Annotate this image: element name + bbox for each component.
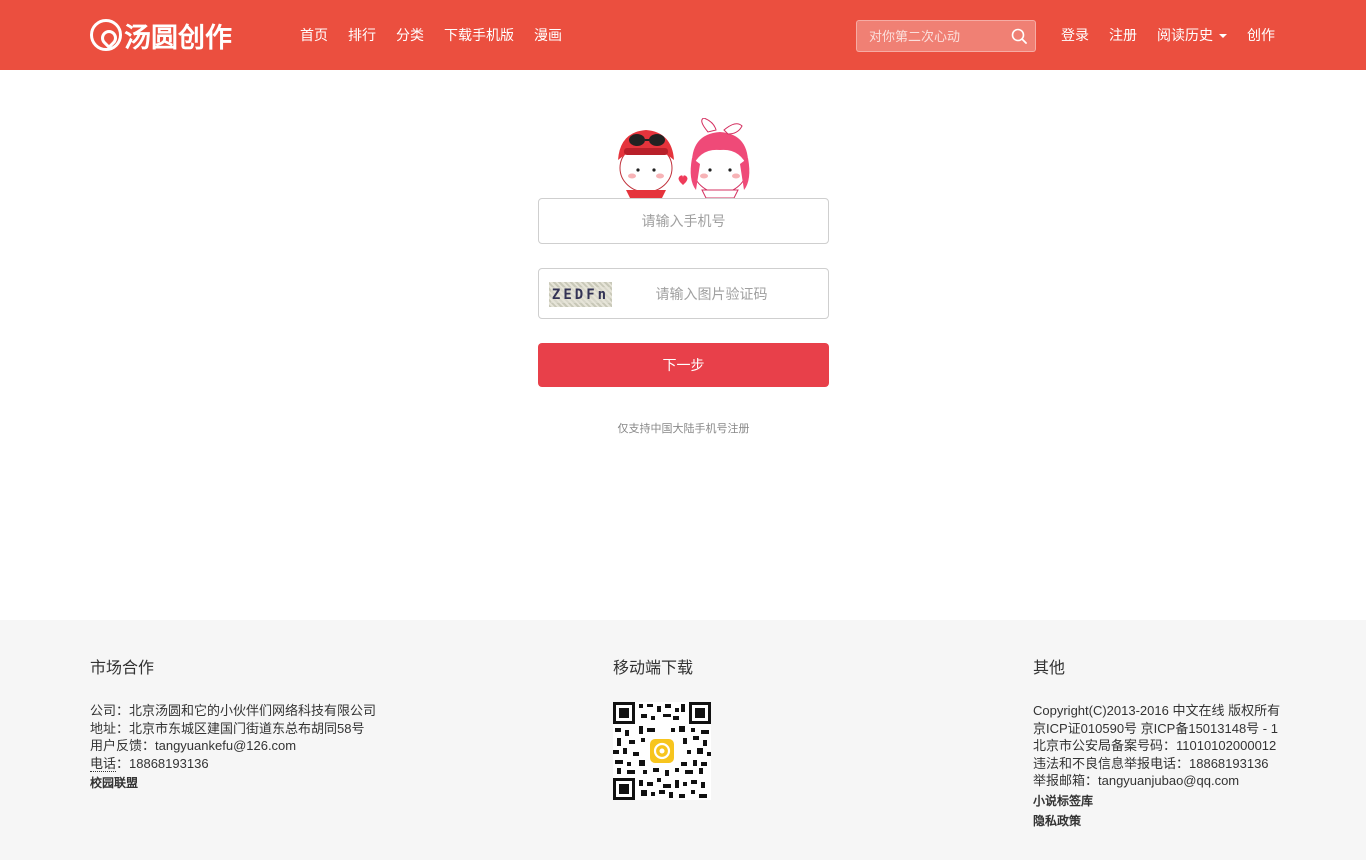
- user-nav: 登录 注册 阅读历史 创作: [1061, 0, 1295, 70]
- privacy-policy-link[interactable]: 隐私政策: [1033, 812, 1280, 830]
- footer-phone: 电话：18868193136: [90, 755, 376, 773]
- logo-icon: [90, 19, 122, 51]
- footer-copyright: Copyright(C)2013-2016 中文在线 版权所有: [1033, 703, 1281, 718]
- top-header: 汤圆创作 首页 排行 分类 下载手机版 漫画 登录 注册 阅读历史 创作: [0, 0, 1366, 70]
- footer-market-column: 市场合作 公司：北京汤圆和它的小伙伴们网络科技有限公司 地址：北京市东城区建国门…: [90, 660, 376, 792]
- novel-tags-link[interactable]: 小说标签库: [1033, 792, 1280, 810]
- reading-history-label: 阅读历史: [1157, 27, 1213, 43]
- captcha-image[interactable]: ZEDFn: [549, 282, 612, 307]
- search-icon[interactable]: [1011, 28, 1027, 44]
- chevron-down-icon: [1219, 34, 1227, 38]
- page-footer: 市场合作 公司：北京汤圆和它的小伙伴们网络科技有限公司 地址：北京市东城区建国门…: [0, 620, 1366, 860]
- footer-other-column: 其他 Copyright(C)2013-2016 中文在线 版权所有 京ICP证…: [1033, 660, 1280, 830]
- footer-download-title: 移动端下载: [613, 660, 694, 677]
- captcha-text: ZEDFn: [550, 286, 611, 303]
- footer-police-record: 北京市公安局备案号码：11010102000012: [1033, 738, 1277, 753]
- footer-report-phone: 违法和不良信息举报电话：18868193136: [1033, 755, 1269, 771]
- main-nav: 首页 排行 分类 下载手机版 漫画: [300, 0, 582, 70]
- mainland-only-note: 仅支持中国大陆手机号注册: [617, 423, 750, 435]
- search-box: [856, 20, 1036, 52]
- footer-icp: 京ICP证010590号 京ICP备15013148号 - 1: [1033, 720, 1278, 736]
- campus-alliance-link[interactable]: 校园联盟: [90, 774, 376, 792]
- login-link[interactable]: 登录: [1061, 25, 1089, 45]
- footer-feedback: 用户反馈：tangyuankefu@126.com: [90, 738, 297, 753]
- footer-other-title: 其他: [1033, 660, 1066, 677]
- nav-home[interactable]: 首页: [300, 25, 328, 45]
- phone-field: [538, 198, 829, 244]
- footer-company: 公司：北京汤圆和它的小伙伴们网络科技有限公司: [90, 703, 377, 718]
- footer-address: 地址：北京市东城区建国门街道东总布胡同58号: [90, 720, 365, 736]
- footer-phone-label: 电话: [90, 755, 117, 772]
- next-step-button[interactable]: 下一步: [538, 343, 829, 387]
- nav-category[interactable]: 分类: [396, 25, 424, 45]
- captcha-field: ZEDFn: [538, 268, 829, 319]
- mascot-illustration: [618, 118, 750, 198]
- footer-phone-value: ：18868193136: [116, 755, 209, 771]
- footer-report-email: 举报邮箱：tangyuanjubao@qq.com: [1033, 773, 1240, 788]
- register-link[interactable]: 注册: [1109, 25, 1137, 45]
- nav-comics[interactable]: 漫画: [534, 25, 562, 45]
- footer-market-title: 市场合作: [90, 660, 155, 677]
- search-input[interactable]: [857, 21, 1007, 51]
- app-qr-code[interactable]: [613, 702, 711, 800]
- nav-download-app[interactable]: 下载手机版: [444, 25, 514, 45]
- logo-text: 汤圆创作: [124, 22, 232, 54]
- reading-history-dropdown[interactable]: 阅读历史: [1157, 25, 1227, 45]
- create-link[interactable]: 创作: [1247, 25, 1275, 45]
- phone-input[interactable]: [539, 199, 828, 243]
- site-logo[interactable]: 汤圆创作: [90, 18, 232, 54]
- footer-download-column: 移动端下载: [613, 660, 711, 805]
- nav-ranking[interactable]: 排行: [348, 25, 376, 45]
